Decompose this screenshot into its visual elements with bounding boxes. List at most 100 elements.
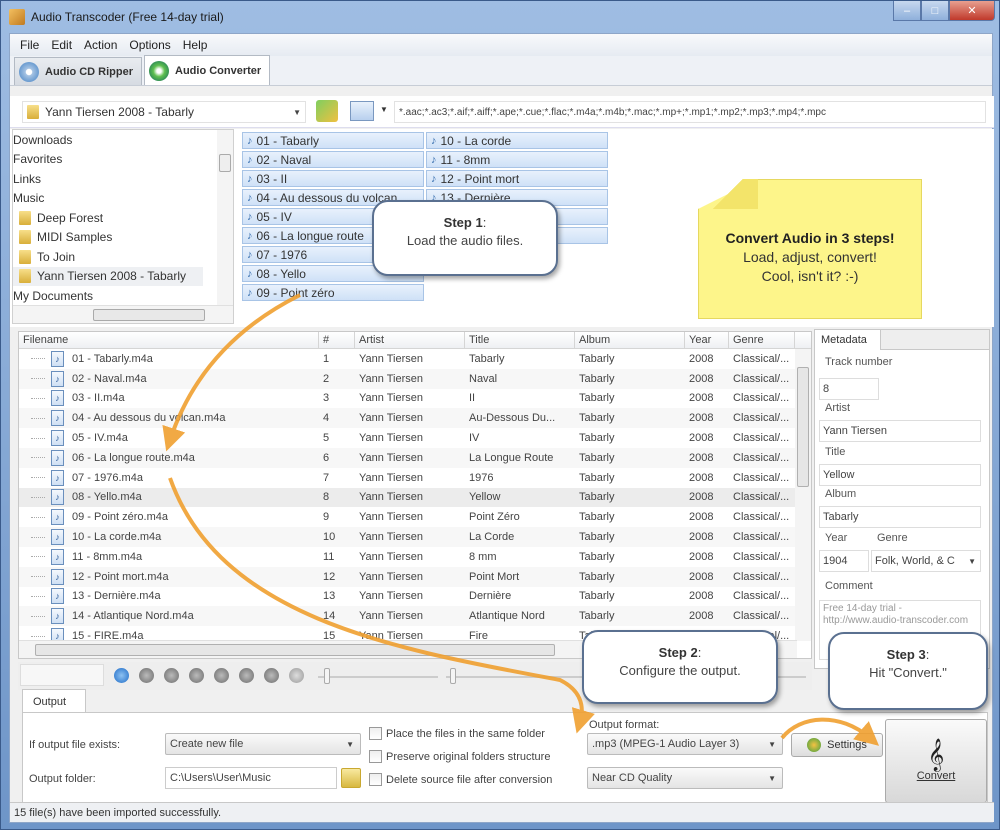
convert-button[interactable]: 𝄞 Convert: [885, 719, 987, 803]
checkbox-same-folder[interactable]: Place the files in the same folder: [369, 727, 545, 740]
table-row[interactable]: ♪ 07 - 1976.m4a 7 Yann Tiersen 1976 Tabarly 20…: [19, 468, 811, 488]
scroll-thumb[interactable]: [35, 644, 555, 656]
tree-vertical-scrollbar[interactable]: [217, 130, 233, 305]
cell-filename: ♪ 11 - 8mm.m4a: [19, 548, 319, 565]
tree-horizontal-scrollbar[interactable]: [13, 305, 233, 323]
genre-combo[interactable]: Folk, World, & C ▼: [871, 550, 981, 572]
tree-item[interactable]: Deep Forest: [13, 208, 233, 228]
tab-audio-cd-ripper[interactable]: Audio CD Ripper: [14, 57, 142, 85]
maximize-button[interactable]: □: [921, 1, 949, 21]
tree-item[interactable]: MIDI Samples: [13, 228, 233, 248]
col-album[interactable]: Album: [575, 332, 685, 348]
checkbox-delete-source[interactable]: Delete source file after conversion: [369, 773, 552, 786]
track-number-field[interactable]: 8: [819, 378, 879, 400]
tab-audio-converter[interactable]: Audio Converter: [144, 55, 271, 85]
checkbox-box[interactable]: [369, 750, 382, 763]
menu-options[interactable]: Options: [123, 38, 176, 52]
file-tile[interactable]: ♪ 02 - Naval: [242, 151, 424, 168]
sticky-line2: Cool, isn't it? :-): [761, 268, 859, 284]
folder-up-button[interactable]: [316, 100, 338, 122]
file-filter-combo[interactable]: *.aac;*.ac3;*.aif;*.aiff;*.ape;*.cue;*.f…: [394, 101, 986, 123]
year-field[interactable]: 1904: [819, 550, 869, 572]
col-genre[interactable]: Genre: [729, 332, 795, 348]
file-tile[interactable]: ♪ 11 - 8mm: [426, 151, 608, 168]
table-row[interactable]: ♪ 08 - Yello.m4a 8 Yann Tiersen Yellow Tabarl…: [19, 487, 811, 508]
cell-year: 2008: [689, 432, 714, 445]
checkbox-box[interactable]: [369, 727, 382, 740]
tree-item[interactable]: Yann Tiersen 2008 - Tabarly: [13, 266, 203, 286]
stop-button[interactable]: [239, 668, 254, 683]
title-field[interactable]: Yellow: [819, 464, 981, 486]
music-note-icon: ♪: [247, 172, 253, 185]
file-tile[interactable]: ♪ 03 - II: [242, 170, 424, 187]
col-title[interactable]: Title: [465, 332, 575, 348]
scroll-thumb[interactable]: [219, 154, 231, 172]
minimize-button[interactable]: –: [893, 1, 921, 21]
table-row[interactable]: ♪ 06 - La longue route.m4a 6 Yann Tiersen La…: [19, 447, 811, 468]
menu-edit[interactable]: Edit: [45, 38, 78, 52]
col-year[interactable]: Year: [685, 332, 729, 348]
table-row[interactable]: ♪ 03 - II.m4a 3 Yann Tiersen II Tabarly 2008 Cl…: [19, 389, 811, 409]
menu-file[interactable]: File: [14, 38, 45, 52]
scroll-thumb[interactable]: [93, 309, 205, 321]
table-row[interactable]: ♪ 01 - Tabarly.m4a 1 Yann Tiersen Tabarly Tab…: [19, 349, 811, 369]
table-row[interactable]: ♪ 10 - La corde.m4a 10 Yann Tiersen La Corde…: [19, 527, 811, 547]
col-artist[interactable]: Artist: [355, 332, 465, 348]
menu-help[interactable]: Help: [177, 38, 214, 52]
view-mode-button[interactable]: [350, 101, 374, 121]
tree-item[interactable]: My Documents: [13, 286, 233, 306]
view-dropdown-arrow[interactable]: ▼: [380, 105, 388, 114]
rewind-button[interactable]: [164, 668, 179, 683]
file-tile[interactable]: ♪ 10 - La corde: [426, 132, 608, 149]
album-field[interactable]: Tabarly: [819, 506, 981, 528]
tree-connector: [31, 576, 45, 578]
tree-item[interactable]: Music: [13, 189, 233, 209]
tab-output[interactable]: Output: [22, 689, 86, 713]
table-row[interactable]: ♪ 14 - Atlantique Nord.m4a 14 Yann Tiersen A…: [19, 606, 811, 627]
settings-button[interactable]: Settings: [791, 733, 883, 757]
folder-icon: [27, 105, 39, 119]
scroll-thumb[interactable]: [797, 367, 809, 487]
volume-icon[interactable]: [289, 668, 304, 683]
file-tile[interactable]: ♪ 01 - Tabarly: [242, 132, 424, 149]
cell-title: Yellow: [469, 491, 501, 504]
volume-slider-handle[interactable]: [450, 668, 456, 684]
if-exists-combo[interactable]: Create new file ▼: [165, 733, 361, 755]
position-slider-handle[interactable]: [324, 668, 330, 684]
tree-item[interactable]: Downloads: [13, 130, 233, 150]
col-filename[interactable]: Filename: [19, 332, 319, 348]
table-row[interactable]: ♪ 04 - Au dessous du volcan.m4a 4 Yann Tier…: [19, 408, 811, 429]
table-row[interactable]: ♪ 05 - IV.m4a 5 Yann Tiersen IV Tabarly 2008 Cl…: [19, 428, 811, 448]
cell-album: Tabarly: [579, 392, 615, 405]
tree-item[interactable]: Favorites: [13, 150, 233, 170]
col-number[interactable]: #: [319, 332, 355, 348]
artist-field[interactable]: Yann Tiersen: [819, 420, 981, 442]
checkbox-preserve-structure[interactable]: Preserve original folders structure: [369, 750, 550, 763]
pause-button[interactable]: [264, 668, 279, 683]
tree-item[interactable]: To Join: [13, 247, 233, 267]
table-row[interactable]: ♪ 13 - Dernière.m4a 13 Yann Tiersen Dernière…: [19, 587, 811, 607]
table-row[interactable]: ♪ 02 - Naval.m4a 2 Yann Tiersen Naval Tabarly…: [19, 368, 811, 389]
tree-item[interactable]: Links: [13, 169, 233, 189]
menu-action[interactable]: Action: [78, 38, 123, 52]
table-vertical-scrollbar[interactable]: [795, 349, 811, 641]
browse-folder-button[interactable]: [341, 768, 361, 788]
output-format-combo[interactable]: .mp3 (MPEG-1 Audio Layer 3) ▼: [587, 733, 783, 755]
file-tile[interactable]: ♪ 12 - Point mort: [426, 170, 608, 187]
close-button[interactable]: ✕: [949, 1, 995, 21]
next-button[interactable]: [214, 668, 229, 683]
checkbox-box[interactable]: [369, 773, 382, 786]
table-row[interactable]: ♪ 09 - Point zéro.m4a 9 Yann Tiersen Point Z…: [19, 507, 811, 527]
output-folder-field[interactable]: C:\Users\User\Music: [165, 767, 337, 789]
table-row[interactable]: ♪ 11 - 8mm.m4a 11 Yann Tiersen 8 mm Tabarly 20…: [19, 547, 811, 567]
play-button[interactable]: [114, 668, 129, 683]
table-row[interactable]: ♪ 12 - Point mort.m4a 12 Yann Tiersen Point …: [19, 566, 811, 587]
quality-combo[interactable]: Near CD Quality ▼: [587, 767, 783, 789]
previous-button[interactable]: [139, 668, 154, 683]
position-slider[interactable]: [318, 676, 438, 678]
tab-strip: [881, 330, 989, 350]
file-tile[interactable]: ♪ 09 - Point zéro: [242, 284, 424, 301]
tab-metadata[interactable]: Metadata: [815, 330, 881, 350]
folder-combo[interactable]: Yann Tiersen 2008 - Tabarly ▼: [22, 101, 306, 123]
forward-button[interactable]: [189, 668, 204, 683]
